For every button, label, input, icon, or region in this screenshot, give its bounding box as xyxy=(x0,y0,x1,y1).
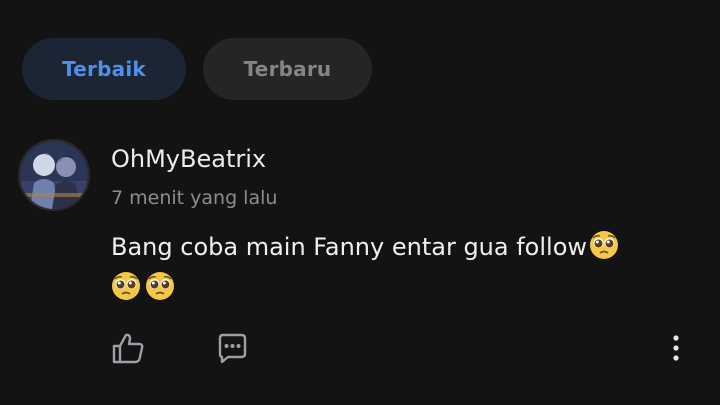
comment-body: Bang coba main Fanny entar gua follow xyxy=(111,227,681,309)
comment-screen: Terbaik Terbaru OhMyBeatrix 7 menit yang… xyxy=(0,0,720,405)
comment-username[interactable]: OhMyBeatrix xyxy=(111,145,266,173)
tab-best[interactable]: Terbaik xyxy=(22,38,186,100)
tab-newest[interactable]: Terbaru xyxy=(203,38,372,100)
comment-actions xyxy=(0,318,720,378)
chat-bubble-dots-icon xyxy=(218,333,247,364)
avatar[interactable] xyxy=(18,139,90,211)
like-button[interactable] xyxy=(108,328,148,368)
comment-text: Bang coba main Fanny entar gua follow xyxy=(111,233,588,261)
vertical-ellipsis-icon xyxy=(673,335,679,361)
reply-button[interactable] xyxy=(212,328,252,368)
pleading-face-emoji xyxy=(145,271,175,301)
thumbs-up-icon xyxy=(112,333,144,364)
sort-tabs: Terbaik Terbaru xyxy=(22,38,372,100)
comment-timestamp: 7 menit yang lalu xyxy=(111,187,278,209)
tab-best-label: Terbaik xyxy=(62,57,146,81)
pleading-face-emoji xyxy=(589,230,619,260)
avatar-image xyxy=(20,141,88,209)
more-options-button[interactable] xyxy=(657,328,695,368)
pleading-face-emoji xyxy=(111,271,141,301)
tab-newest-label: Terbaru xyxy=(243,57,332,81)
